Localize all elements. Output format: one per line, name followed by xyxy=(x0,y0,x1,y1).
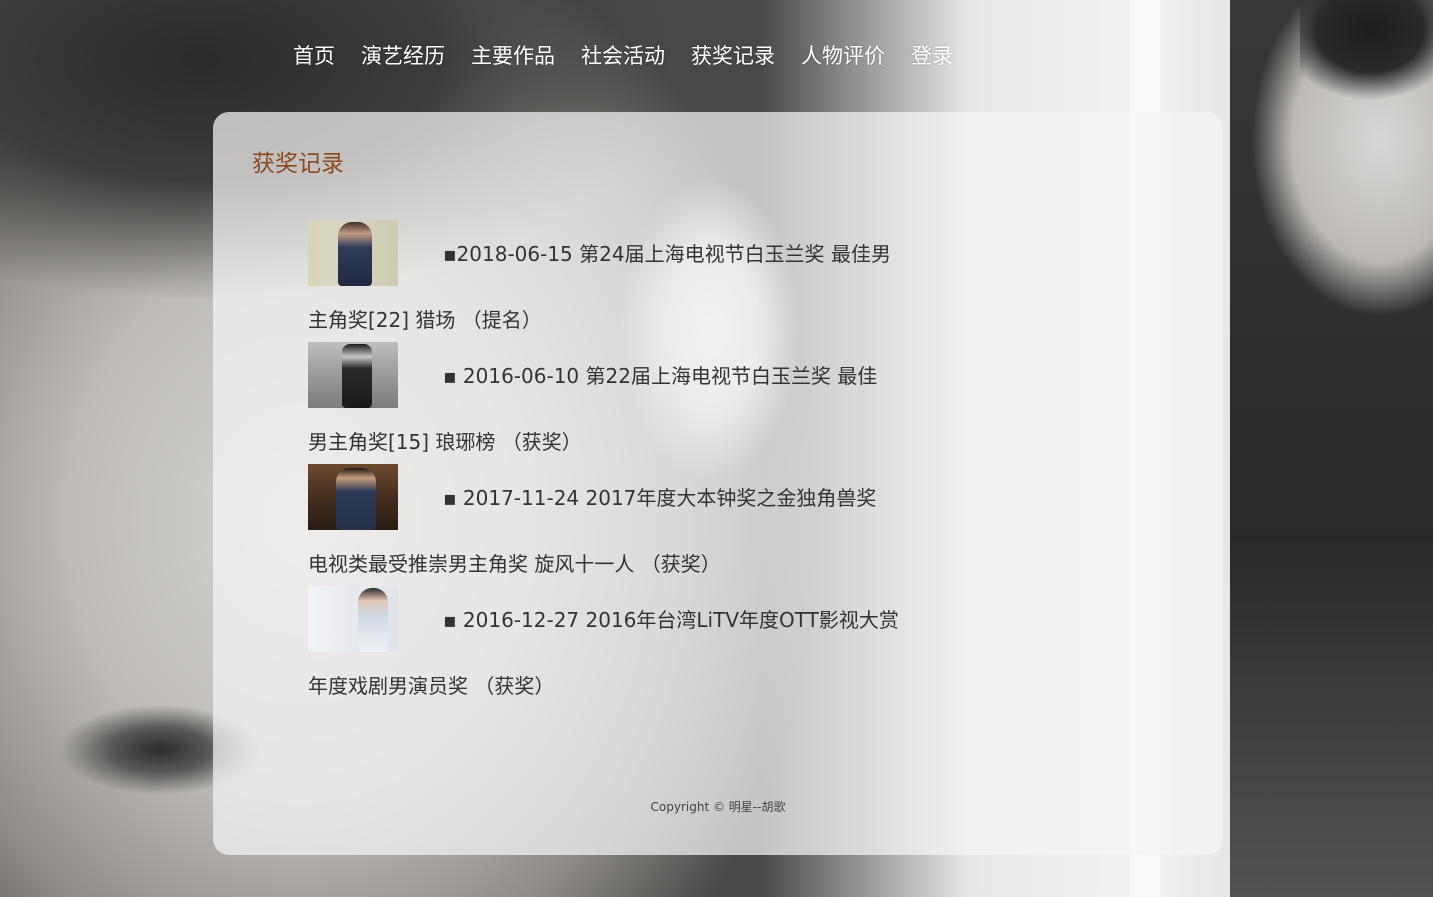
award-text-line2: 电视类最受推崇男主角奖 旋风十一人 （获奖） xyxy=(308,552,721,576)
nav-item-career[interactable]: 演艺经历 xyxy=(348,38,458,74)
award-thumbnail xyxy=(308,464,398,530)
award-text-line2: 主角奖[22] 猎场 （提名） xyxy=(308,308,542,332)
nav-item-social[interactable]: 社会活动 xyxy=(568,38,678,74)
award-text-line1: ▪ 2017-11-24 2017年度大本钟奖之金独角兽奖 xyxy=(443,486,877,510)
award-thumbnail xyxy=(308,586,398,652)
nav-item-home[interactable]: 首页 xyxy=(280,38,348,74)
top-nav: 首页 演艺经历 主要作品 社会活动 获奖记录 人物评价 登录 xyxy=(280,38,966,74)
award-list: ▪2018-06-15 第24届上海电视节白玉兰奖 最佳男 主角奖[22] 猎场… xyxy=(308,220,1008,708)
list-item: ▪ 2017-11-24 2017年度大本钟奖之金独角兽奖 电视类最受推崇男主角… xyxy=(308,464,1008,586)
list-item: ▪ 2016-06-10 第22届上海电视节白玉兰奖 最佳 男主角奖[15] 琅… xyxy=(308,342,1008,464)
award-text-line1: ▪ 2016-12-27 2016年台湾LiTV年度OTT影视大赏 xyxy=(443,608,899,632)
award-text-line1: ▪ 2016-06-10 第22届上海电视节白玉兰奖 最佳 xyxy=(443,364,878,388)
award-text-line2: 男主角奖[15] 琅琊榜 （获奖） xyxy=(308,430,582,454)
list-item: ▪2018-06-15 第24届上海电视节白玉兰奖 最佳男 主角奖[22] 猎场… xyxy=(308,220,1008,342)
award-thumbnail xyxy=(308,342,398,408)
nav-item-works[interactable]: 主要作品 xyxy=(458,38,568,74)
background-person-hair xyxy=(1300,0,1433,110)
nav-item-login[interactable]: 登录 xyxy=(898,38,966,74)
page-title: 获奖记录 xyxy=(252,151,344,177)
nav-item-reviews[interactable]: 人物评价 xyxy=(788,38,898,74)
award-text-line1: ▪2018-06-15 第24届上海电视节白玉兰奖 最佳男 xyxy=(443,242,891,266)
award-thumbnail xyxy=(308,220,398,286)
content-panel: 获奖记录 ▪2018-06-15 第24届上海电视节白玉兰奖 最佳男 主角奖[2… xyxy=(213,112,1223,855)
award-text-line2: 年度戏剧男演员奖 （获奖） xyxy=(308,674,555,698)
footer-copyright: Copyright © 明星--胡歌 xyxy=(650,800,786,814)
nav-item-awards[interactable]: 获奖记录 xyxy=(678,38,788,74)
list-item: ▪ 2016-12-27 2016年台湾LiTV年度OTT影视大赏 年度戏剧男演… xyxy=(308,586,1008,708)
background-person-right xyxy=(1230,0,1433,897)
